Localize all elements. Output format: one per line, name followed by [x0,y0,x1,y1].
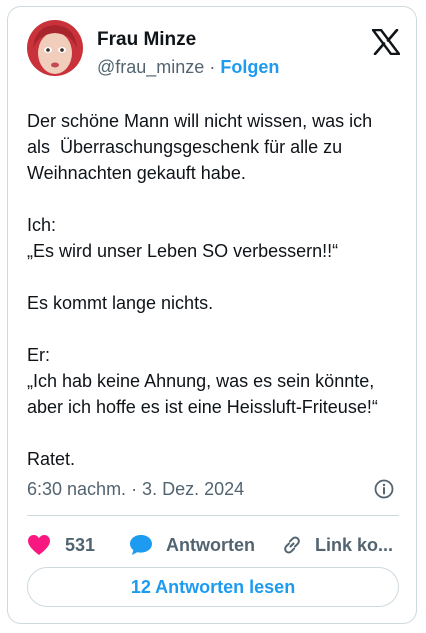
read-replies-button[interactable]: 12 Antworten lesen [27,567,399,607]
follow-button[interactable]: Folgen [220,57,279,77]
speech-bubble-icon [130,535,152,555]
reply-button[interactable]: Antworten [129,529,255,561]
copy-link-button[interactable]: Link ko... [281,529,393,561]
heart-icon [28,535,50,555]
avatar[interactable] [27,20,83,76]
divider [27,515,399,516]
tweet-text: Der schöne Mann will nicht wissen, was i… [27,111,378,469]
x-logo-icon[interactable] [371,28,401,56]
author-handle[interactable]: @frau_minze [97,57,204,77]
tweet-card: Frau Minze @frau_minze · Folgen Der schö… [7,6,417,624]
link-icon [284,536,300,554]
like-button[interactable]: 531 [27,529,95,561]
copy-link-label: Link ko... [315,534,394,555]
author-name[interactable]: Frau Minze [97,29,196,51]
handle-separator: · [209,57,216,77]
author-handle-row: @frau_minze · Folgen [97,56,279,78]
avatar-image [27,20,83,76]
reply-label: Antworten [166,534,255,555]
like-count: 531 [65,534,96,555]
tweet-timestamp[interactable]: 6:30 nachm. · 3. Dez. 2024 [27,477,244,501]
info-icon[interactable] [374,479,394,499]
